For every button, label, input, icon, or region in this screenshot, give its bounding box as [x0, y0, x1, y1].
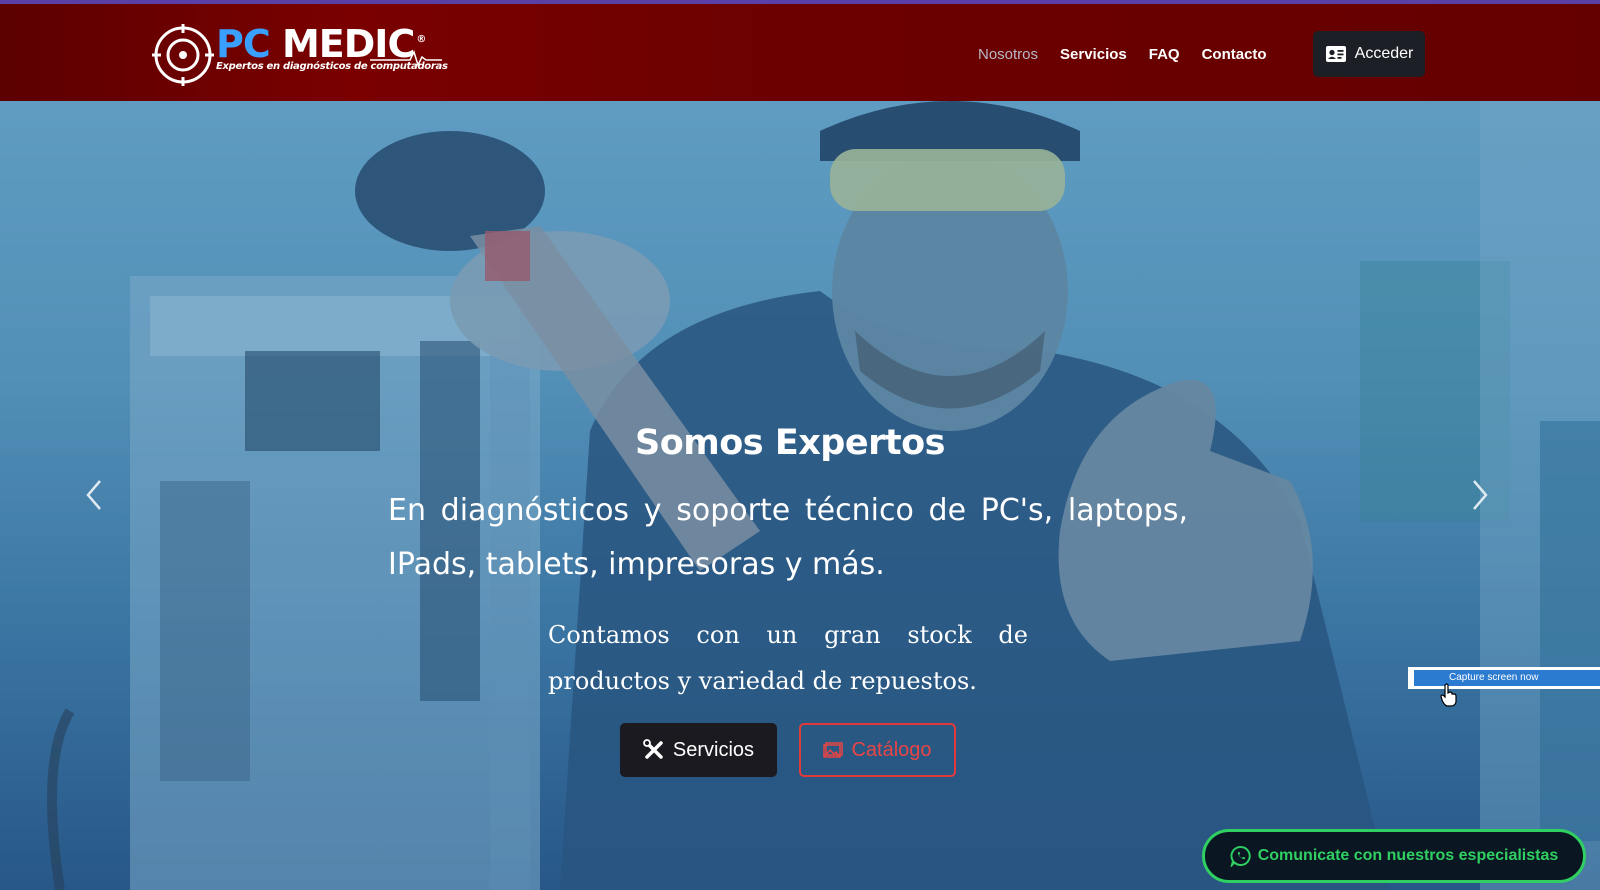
nav-faq[interactable]: FAQ	[1149, 46, 1180, 63]
nav-servicios[interactable]: Servicios	[1060, 46, 1127, 63]
nav-contacto[interactable]: Contacto	[1202, 46, 1267, 63]
chevron-right-icon[interactable]	[1466, 473, 1494, 517]
brand-name-part1: PC	[216, 22, 271, 66]
brand-logo[interactable]: PC MEDIC ® Expertos en diagnósticos de co…	[152, 18, 448, 88]
capture-overlay: Capture screen now	[1408, 667, 1600, 689]
hero-lead: En diagnósticos y soporte técnico de PC'…	[388, 493, 1188, 582]
hero-title: Somos Expertos	[635, 423, 945, 463]
servicios-label: Servicios	[672, 738, 755, 761]
whatsapp-contact-button[interactable]: Comunicate con nuestros especialistas	[1202, 829, 1586, 883]
registered-mark: ®	[416, 34, 426, 45]
whatsapp-label: Comunicate con nuestros especialistas	[1257, 847, 1559, 864]
nav-nosotros[interactable]: Nosotros	[978, 46, 1038, 63]
chevron-left-icon[interactable]	[80, 473, 108, 517]
navbar: PC MEDIC ® Expertos en diagnósticos de co…	[0, 4, 1600, 101]
hero-carousel: Somos Expertos En diagnósticos y soporte…	[0, 101, 1600, 890]
catalogo-label: Catálogo	[851, 738, 932, 761]
login-button[interactable]: Acceder	[1313, 31, 1425, 77]
servicios-button[interactable]: Servicios	[620, 723, 777, 777]
image-icon	[823, 742, 844, 758]
hero-subtext: Contamos con un gran stock de productos …	[548, 621, 1028, 695]
brand-tagline: Expertos en diagnósticos de computadoras	[216, 61, 448, 72]
catalogo-button[interactable]: Catálogo	[799, 723, 956, 777]
hand-cursor-icon	[1440, 683, 1457, 707]
main-nav: Nosotros Servicios FAQ Contacto	[978, 46, 1289, 63]
whatsapp-icon	[1230, 846, 1251, 867]
id-card-icon	[1325, 46, 1346, 62]
tools-icon	[643, 739, 663, 759]
login-label: Acceder	[1354, 45, 1414, 62]
target-crosshair-icon	[152, 24, 214, 86]
